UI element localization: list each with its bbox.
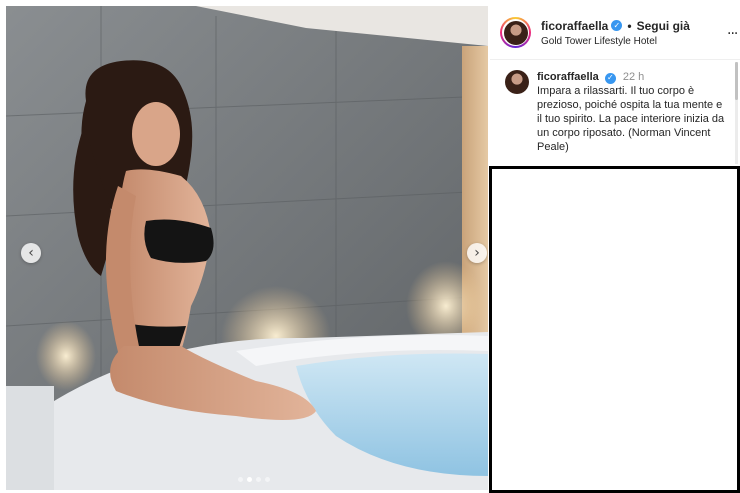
post-header: ficoraffaella ✓ • Segui già Gold Tower L…	[490, 6, 740, 59]
blank-overlay-box	[489, 166, 740, 493]
caption-timestamp[interactable]: 22 h	[623, 71, 644, 83]
verified-badge-icon: ✓	[604, 72, 616, 84]
carousel-dot-active	[247, 477, 252, 482]
carousel-next-button[interactable]: ›	[467, 243, 487, 263]
following-button[interactable]: Segui già	[637, 19, 690, 33]
username-link[interactable]: ficoraffaella	[541, 19, 608, 33]
caption-comment: ficoraffaella ✓ 22 h Impara a rilassarti…	[505, 70, 727, 154]
story-ring-avatar[interactable]	[500, 17, 531, 48]
chevron-left-icon: ‹	[28, 245, 34, 261]
post-photo[interactable]: ‹ ›	[6, 6, 488, 490]
caption-username[interactable]: ficoraffaella	[537, 71, 599, 83]
comments-scrollbar[interactable]	[735, 62, 738, 164]
carousel-dot	[238, 477, 243, 482]
separator-dot: •	[627, 18, 632, 33]
caption-text: Impara a rilassarti. Il tuo corpo è prez…	[537, 85, 725, 153]
location-link[interactable]: Gold Tower Lifestyle Hotel	[541, 36, 690, 47]
chevron-right-icon: ›	[474, 245, 480, 261]
carousel-dot	[256, 477, 261, 482]
avatar	[503, 20, 528, 45]
carousel-prev-button[interactable]: ‹	[21, 243, 41, 263]
more-options-icon[interactable]: ...	[727, 22, 738, 38]
scrollbar-thumb[interactable]	[735, 62, 738, 100]
carousel-indicator	[238, 477, 270, 482]
verified-badge-icon: ✓	[611, 20, 623, 31]
carousel-dot	[265, 477, 270, 482]
avatar[interactable]	[505, 70, 529, 94]
comments-area[interactable]: ficoraffaella ✓ 22 h Impara a rilassarti…	[490, 60, 740, 166]
photo-scene	[6, 6, 488, 490]
